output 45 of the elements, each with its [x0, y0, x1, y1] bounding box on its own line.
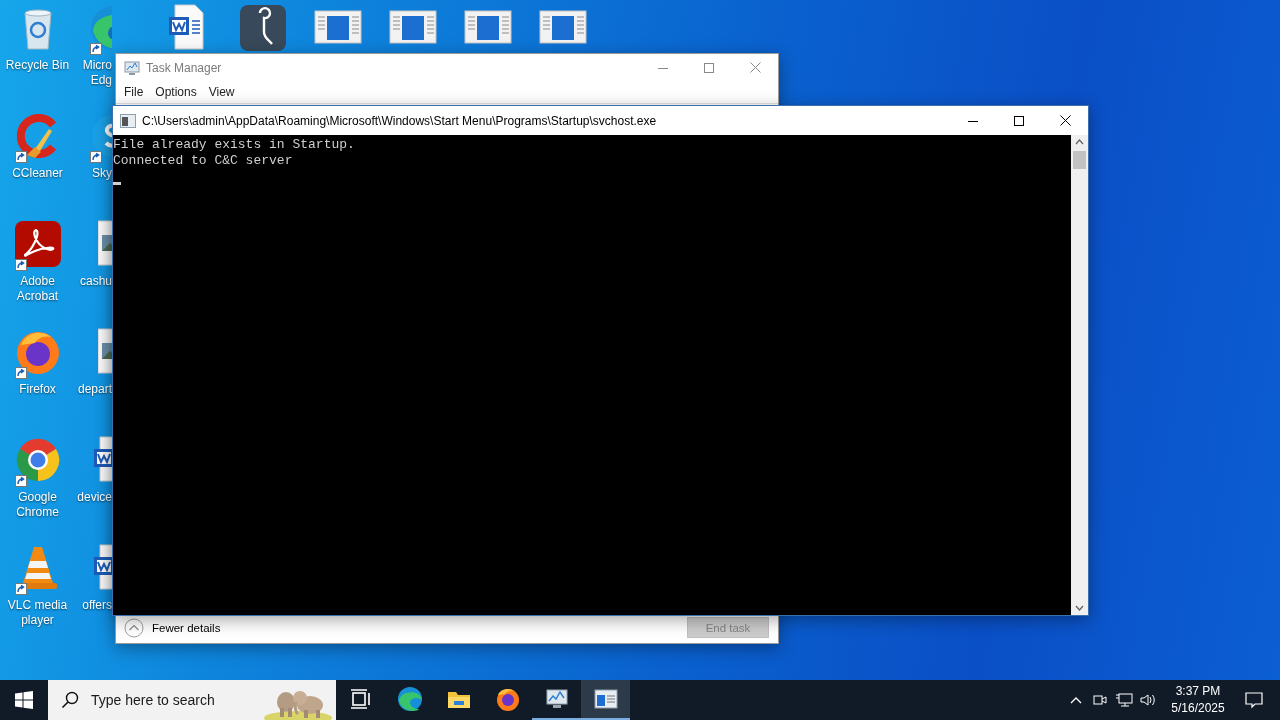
edge-icon	[396, 686, 423, 712]
scroll-thumb[interactable]	[1073, 151, 1086, 169]
icon-label: depart	[76, 382, 112, 397]
fewer-details-link[interactable]: Fewer details	[152, 621, 679, 634]
clock-date[interactable]: 5/16/2025	[1171, 700, 1225, 717]
icon-label: cashu	[78, 274, 112, 289]
icon-label: Google Chrome	[16, 490, 59, 520]
icon-label: offers	[81, 598, 112, 613]
window-title: Task Manager	[146, 60, 223, 75]
speaker-icon	[1139, 692, 1157, 708]
close-icon	[1059, 115, 1071, 126]
app-icon	[237, 3, 288, 53]
windows-logo-icon	[15, 691, 33, 709]
icon-label: Micro Edg	[81, 58, 112, 88]
maximize-icon	[1014, 115, 1024, 126]
icon-label: CCleaner	[12, 166, 63, 181]
maximize-icon	[704, 62, 714, 73]
firefox-icon	[494, 686, 521, 712]
icon-label: Sky	[91, 166, 112, 181]
icon-label: device	[76, 490, 112, 505]
icon-label: Recycle Bin	[5, 58, 70, 73]
chevron-up-icon[interactable]	[124, 617, 144, 638]
chevron-up-icon	[1070, 696, 1082, 704]
clock-time[interactable]: 3:37 PM	[1175, 683, 1221, 700]
search-input[interactable]: Type here to search	[89, 691, 259, 709]
speech-bubble-icon	[1245, 691, 1263, 709]
menu-item[interactable]: View	[202, 85, 241, 99]
icon-label: Firefox	[19, 382, 56, 397]
console-window-icon	[120, 113, 136, 128]
window-title: C:\Users\admin\AppData\Roaming\Microsoft\Windows\Start Menu\Programs\Startup\svchost.exe	[142, 113, 658, 128]
acrobat-icon	[12, 219, 63, 269]
close-icon	[749, 62, 761, 73]
scrollbar[interactable]	[1071, 135, 1088, 615]
console-line: File already exists in Startup.	[113, 137, 356, 153]
network-icon	[1115, 692, 1133, 708]
camera-icon	[1092, 692, 1108, 708]
icon-label: Adobe Acrobat	[16, 274, 59, 304]
menu-item[interactable]: Options	[149, 85, 203, 99]
menu-item[interactable]: File	[118, 85, 150, 99]
console-line: Connected to C&C server	[113, 153, 294, 169]
taskbar-app-button[interactable]	[581, 680, 630, 720]
monitor-chart-icon	[124, 59, 140, 76]
search-icon	[61, 691, 79, 709]
console-window-icon	[592, 686, 619, 712]
icon-label: VLC media player	[7, 598, 68, 628]
